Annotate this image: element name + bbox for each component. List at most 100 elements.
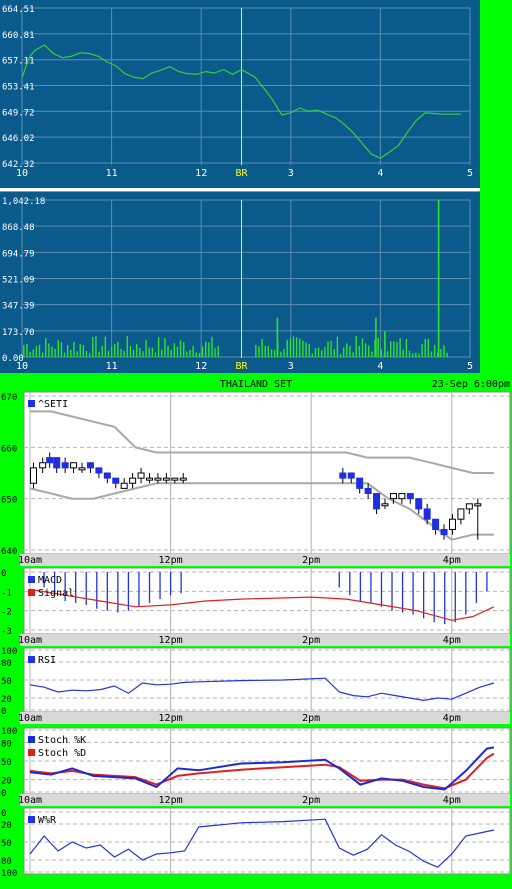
macd-y-tick-label: -2 [1,608,12,618]
intraday-index-background [0,0,480,190]
candle-body [339,472,347,479]
volume-x-tick-label: BR [235,361,248,372]
candle-body [39,462,47,469]
time-axis-label: 10am [18,555,42,566]
time-axis-label: 4pm [443,555,461,566]
price-time-axis [20,554,510,566]
candle-body [61,462,69,469]
macd-panel: 10am 12pm 2pm 4pm 0 -1 -2 -3 MACD Signal [1,567,511,646]
signal-legend-label: Signal [38,588,74,599]
stochastic-y-tick-label: 100 [1,727,17,737]
stochastic-y-tick-label: 80 [1,739,12,749]
candle-body [474,503,482,507]
candle-body [347,472,355,479]
index-x-tick-label: 10 [16,168,28,179]
volume-x-tick-label: 10 [16,361,28,372]
candle-body [398,493,406,500]
intraday-volume-background [0,192,480,373]
stock-chart: 664.51660.81657.11653.41649.72646.02642.… [0,0,512,889]
candle-body [46,457,54,464]
candle-body [137,472,145,479]
time-axis-label: 4pm [443,635,461,646]
volume-x-tick-label: 5 [467,361,473,372]
volume-y-tick-label: 521.09 [2,276,35,286]
williams-r-y-tick-label: 50 [1,839,12,849]
rsi-y-tick-label: 50 [1,677,12,687]
stochastic-time-axis [20,794,510,806]
panel-divider [0,188,480,191]
index-x-tick-label: 4 [377,168,383,179]
volume-y-tick-label: 694.79 [2,249,35,259]
rsi-y-tick-label: 100 [1,647,17,657]
stochastic-y-tick-label: 20 [1,777,12,787]
candle-body [103,472,111,479]
macd-y-tick-label: -3 [1,627,12,637]
price-y-tick-label: 650 [1,496,17,506]
candle-body [448,518,456,530]
seti-legend-swatch [28,400,35,407]
williams-r-y-tick-label: 100 [1,869,17,879]
candle-body [457,508,465,520]
volume-y-tick-label: 173.70 [2,328,35,338]
time-axis-label: 10am [18,713,42,724]
candle-body [112,477,120,484]
time-axis-label: 4pm [443,713,461,724]
williams-r-y-tick-label: 20 [1,821,12,831]
candle-body [53,457,61,469]
williams-r-y-tick-label: 0 [1,809,6,819]
volume-x-tick-label: 4 [377,361,383,372]
candle-body [129,477,137,484]
chart-timestamp: 23-Sep 6:00pm [432,379,510,390]
price-panel: 10am 12pm 2pm 4pm 670 660 650 640 ^SETI [1,391,511,566]
index-y-tick-label: 657.11 [2,57,35,67]
stoch-k-legend-swatch [28,736,35,743]
candle-body [95,467,103,474]
candle-body [162,477,170,481]
rsi-time-axis [20,712,510,724]
candle-body [440,528,448,536]
rsi-legend-swatch [28,656,35,663]
rsi-y-tick-label: 80 [1,659,12,669]
intraday-volume-panel: 1,042.18868.48694.79521.09347.39173.700.… [0,192,480,373]
candle-body [171,477,179,481]
time-axis-label: 2pm [302,713,320,724]
candle-body [373,493,381,510]
wr-legend-label: W%R [38,815,57,826]
candle-body [30,467,38,484]
time-axis-label: 12pm [159,795,183,806]
chart-title: THAILAND SET [220,379,292,390]
candle-body [423,508,431,520]
candle-body [120,482,128,489]
price-y-tick-label: 670 [1,393,17,403]
candle-body [146,477,153,481]
macd-y-tick-label: -1 [1,588,12,598]
volume-y-tick-label: 1,042.18 [2,197,45,207]
stoch-k-legend-label: Stoch %K [38,735,86,746]
index-y-tick-label: 649.72 [2,108,35,118]
candle-body [154,477,162,481]
candle-body [364,487,372,495]
signal-legend-swatch [28,589,35,596]
stoch-d-legend-swatch [28,749,35,756]
stochastic-y-tick-label: 50 [1,758,12,768]
price-y-tick-label: 660 [1,444,17,454]
stoch-d-legend-label: Stoch %D [38,748,86,759]
time-axis-label: 12pm [159,635,183,646]
intraday-index-panel: 664.51660.81657.11653.41649.72646.02642.… [0,0,480,191]
candle-body [465,503,473,510]
index-x-tick-label: BR [235,168,248,179]
williams-r-y-tick-label: 80 [1,857,12,867]
wr-legend-swatch [28,816,35,823]
candle-body [389,493,397,500]
time-axis-label: 10am [18,635,42,646]
stochastic-panel: 10am 12pm 2pm 4pm 100 80 50 20 0 Stoch %K Stoch … [1,727,511,806]
stochastic-y-tick-label: 0 [1,789,6,799]
candle-body [415,498,423,510]
volume-y-tick-label: 347.39 [2,302,35,312]
index-x-tick-label: 5 [467,168,473,179]
volume-y-tick-label: 868.48 [2,223,35,233]
rsi-y-tick-label: 20 [1,695,12,705]
index-y-tick-label: 664.51 [2,5,35,15]
rsi-legend-label: RSI [38,655,56,666]
macd-legend-label: MACD [38,575,62,586]
